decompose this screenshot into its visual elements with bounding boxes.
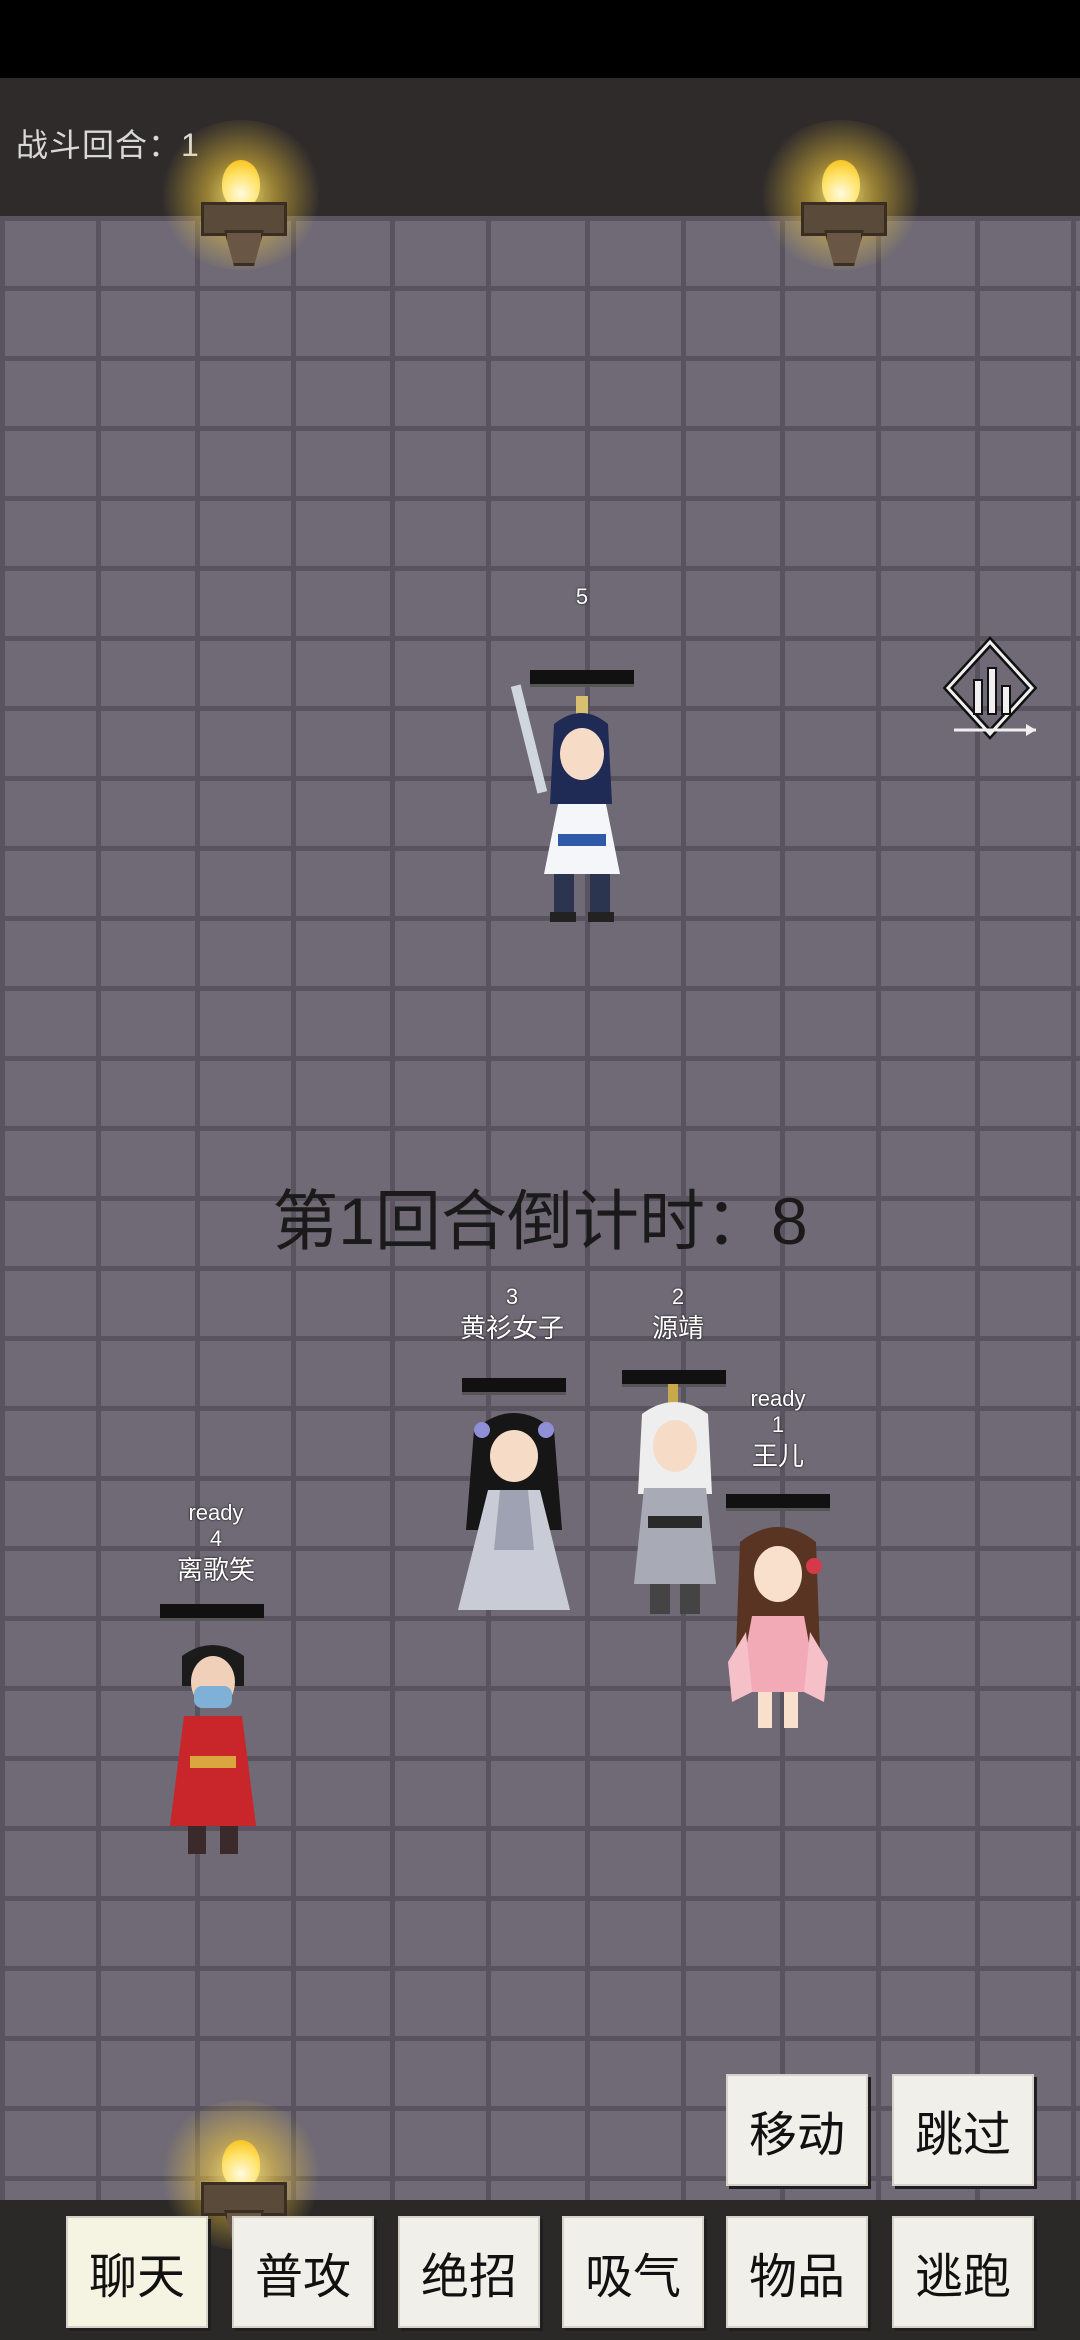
unit-name: 源靖 bbox=[651, 1313, 704, 1343]
masked-man-in-red-sprite[interactable] bbox=[160, 1636, 266, 1858]
status-bar bbox=[0, 0, 1080, 78]
breath-button[interactable]: 吸气 bbox=[562, 2216, 704, 2328]
unit-name: 黄衫女子 bbox=[459, 1313, 564, 1343]
ultimate-skill-button[interactable]: 绝招 bbox=[398, 2216, 540, 2328]
round-countdown: 第1回合倒计时：8 bbox=[272, 1184, 808, 1258]
items-button[interactable]: 物品 bbox=[726, 2216, 868, 2328]
girl-in-pink-sprite[interactable] bbox=[722, 1512, 834, 1742]
swordswoman-enemy-sprite[interactable] bbox=[508, 684, 642, 934]
lady-in-gray-sprite[interactable] bbox=[444, 1400, 584, 1620]
ally-unit-label: ready 1 王儿 bbox=[698, 1386, 858, 1472]
ally-unit-label: ready 4 离歌笑 bbox=[136, 1500, 296, 1586]
unit-name: 王儿 bbox=[751, 1441, 804, 1471]
map-icon[interactable] bbox=[940, 636, 1040, 752]
move-button[interactable]: 移动 bbox=[726, 2074, 868, 2186]
turn-order: 1 bbox=[771, 1412, 785, 1437]
torch-icon bbox=[156, 120, 326, 290]
ready-status: ready bbox=[750, 1386, 806, 1411]
chat-button[interactable]: 聊天 bbox=[66, 2216, 208, 2328]
turn-order: 3 bbox=[505, 1284, 519, 1309]
ally-hp-bar bbox=[160, 1604, 264, 1621]
ally-hp-bar bbox=[726, 1494, 830, 1511]
turn-order: 2 bbox=[671, 1284, 685, 1309]
torch-icon bbox=[756, 120, 926, 290]
ready-status: ready bbox=[188, 1500, 244, 1525]
ally-unit-label: 3 黄衫女子 bbox=[432, 1284, 592, 1344]
ally-hp-bar bbox=[462, 1378, 566, 1395]
enemy-unit-label: 5 bbox=[502, 584, 662, 610]
turn-order: 4 bbox=[209, 1526, 223, 1551]
normal-attack-button[interactable]: 普攻 bbox=[232, 2216, 374, 2328]
turn-order: 5 bbox=[575, 584, 589, 609]
flee-button[interactable]: 逃跑 bbox=[892, 2216, 1034, 2328]
ally-unit-label: 2 源靖 bbox=[598, 1284, 758, 1344]
unit-name: 离歌笑 bbox=[176, 1555, 255, 1585]
skip-button[interactable]: 跳过 bbox=[892, 2074, 1034, 2186]
